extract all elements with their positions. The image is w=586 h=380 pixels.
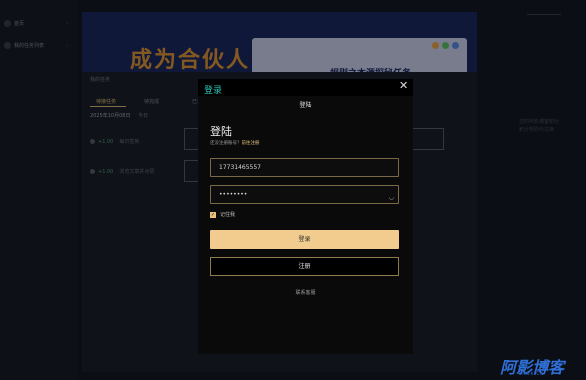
dialog-title: 登陆 <box>299 102 312 109</box>
phone-field[interactable]: 17731465557 <box>210 158 399 177</box>
watermark-domain: AYBK.CN <box>520 371 545 376</box>
login-button[interactable]: 登录 <box>210 230 399 249</box>
support-link[interactable]: 联系客服 <box>198 289 413 296</box>
register-prompt: 还没注册账号？前往注册 <box>210 141 260 146</box>
modal-header-label: 登录 <box>204 86 223 96</box>
remember-label: 记住我 <box>220 212 236 218</box>
login-dialog: 登陆 登陆 还没注册账号？前往注册 17731465557 •••••••• ◡… <box>198 96 413 354</box>
login-heading: 登陆 <box>210 125 232 138</box>
remember-checkbox[interactable]: ✓ <box>210 211 216 218</box>
eye-icon[interactable]: ◡ <box>389 189 394 206</box>
register-button[interactable]: 注册 <box>210 257 399 276</box>
remember-me[interactable]: ✓ 记住我 <box>210 211 235 218</box>
register-link[interactable]: 前往注册 <box>242 141 260 146</box>
close-icon[interactable]: ✕ <box>399 79 408 92</box>
password-field[interactable]: •••••••• ◡ <box>210 185 399 204</box>
